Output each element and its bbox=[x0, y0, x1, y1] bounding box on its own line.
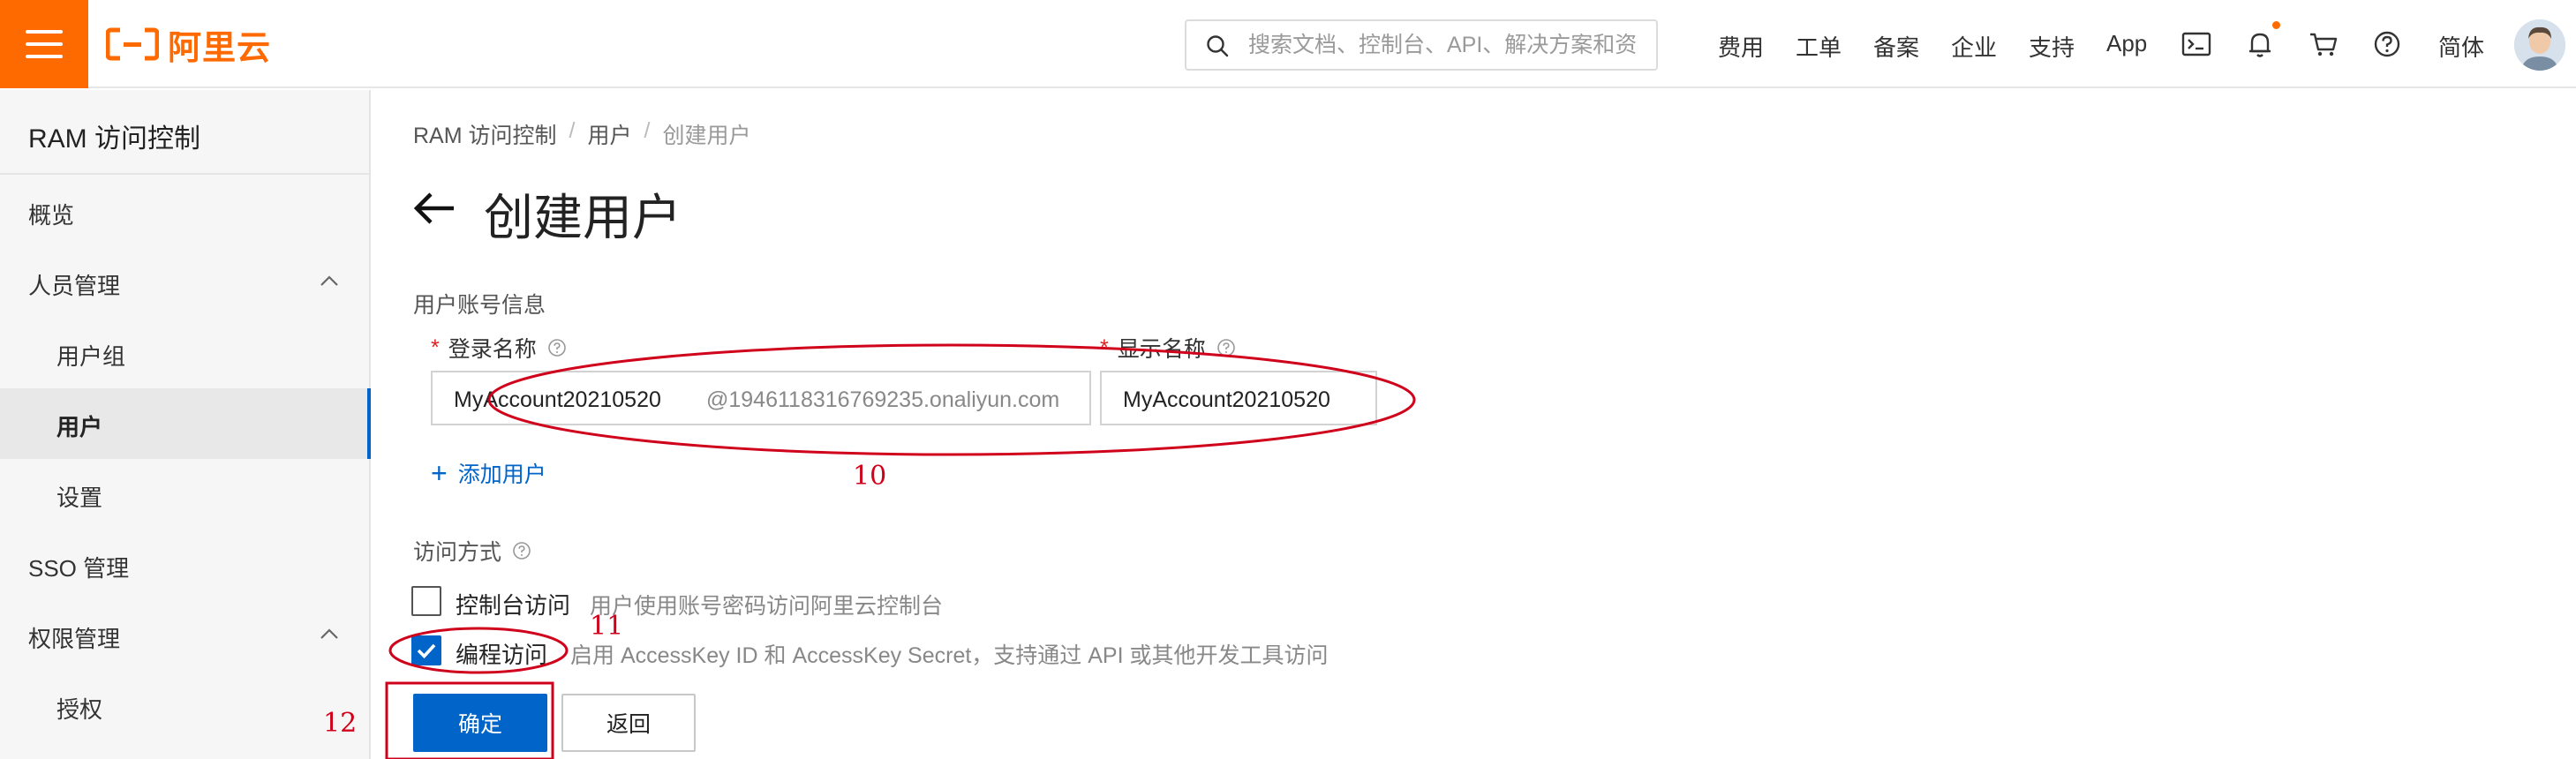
login-name-domain-suffix: @1946118316769235.onaliyun.com bbox=[706, 387, 1060, 412]
aliyun-logo[interactable]: 阿里云 bbox=[106, 19, 271, 69]
language-switch[interactable]: 简体 bbox=[2438, 30, 2484, 63]
sidebar-item-settings[interactable]: 设置 bbox=[0, 459, 369, 530]
cart-icon[interactable] bbox=[2308, 28, 2339, 60]
access-method-label-text: 访问方式 bbox=[413, 540, 502, 565]
menu-icon[interactable] bbox=[0, 0, 88, 88]
sidebar-item-permissions[interactable]: 权限管理 bbox=[0, 600, 369, 671]
annotation-step-11: 11 bbox=[590, 611, 624, 642]
add-user-link[interactable]: + 添加用户 bbox=[431, 457, 546, 489]
notification-dot bbox=[2272, 21, 2280, 29]
add-user-label: 添加用户 bbox=[457, 462, 546, 487]
programmatic-access-description: 启用 AccessKey ID 和 AccessKey Secret，支持通过 … bbox=[570, 643, 1329, 668]
nav-enterprise[interactable]: 企业 bbox=[1951, 30, 1997, 63]
back-arrow-icon[interactable] bbox=[411, 185, 457, 231]
bell-icon[interactable] bbox=[2244, 28, 2276, 60]
display-name-label-text: 显示名称 bbox=[1117, 337, 1206, 362]
sidebar-item-label: 权限管理 bbox=[28, 626, 121, 652]
global-search[interactable] bbox=[1185, 19, 1658, 71]
aliyun-logo-mark-icon bbox=[106, 27, 159, 61]
sidebar-item-label: 用户 bbox=[56, 414, 103, 440]
logo-text: 阿里云 bbox=[168, 29, 272, 67]
sidebar-item-identity[interactable]: 人员管理 bbox=[0, 247, 369, 318]
breadcrumb-separator: / bbox=[644, 118, 651, 143]
required-mark: * bbox=[1100, 334, 1109, 360]
sidebar-item-users[interactable]: 用户 bbox=[0, 388, 371, 459]
programmatic-access-checkbox[interactable] bbox=[411, 635, 441, 665]
help-icon[interactable] bbox=[1216, 338, 1236, 357]
breadcrumb-separator: / bbox=[569, 118, 576, 143]
sidebar-item-label: SSO 管理 bbox=[28, 555, 130, 582]
console-access-checkbox[interactable] bbox=[411, 586, 441, 616]
console-access-description: 用户使用账号密码访问阿里云控制台 bbox=[590, 594, 944, 619]
help-icon[interactable] bbox=[547, 338, 567, 357]
search-icon bbox=[1207, 35, 1229, 57]
help-circle-icon[interactable] bbox=[2371, 28, 2403, 60]
nav-billing[interactable]: 费用 bbox=[1718, 30, 1764, 63]
sidebar-item-label: 用户组 bbox=[56, 343, 126, 370]
display-name-label: * 显示名称 bbox=[1100, 332, 1236, 364]
page-title: 创建用户 bbox=[484, 190, 682, 245]
breadcrumb-ram[interactable]: RAM 访问控制 bbox=[413, 118, 557, 150]
search-input[interactable] bbox=[1248, 28, 1646, 62]
breadcrumb-current: 创建用户 bbox=[662, 124, 751, 148]
programmatic-access-label[interactable]: 编程访问 bbox=[456, 637, 547, 670]
confirm-button[interactable]: 确定 bbox=[413, 694, 547, 752]
avatar-image bbox=[2514, 19, 2565, 71]
annotation-step-10: 10 bbox=[853, 461, 887, 492]
annotation-step-12: 12 bbox=[323, 708, 358, 739]
nav-ticket[interactable]: 工单 bbox=[1796, 30, 1842, 63]
sidebar-item-label: 人员管理 bbox=[28, 273, 121, 299]
display-name-input[interactable]: MyAccount20210520 bbox=[1100, 371, 1377, 425]
chevron-up-icon bbox=[320, 275, 338, 286]
plus-icon: + bbox=[431, 457, 448, 489]
sidebar-divider bbox=[0, 173, 369, 175]
sidebar: RAM 访问控制 概览 人员管理 用户组 用户 设置 SSO 管理 权限管理 授… bbox=[0, 90, 371, 759]
nav-support[interactable]: 支持 bbox=[2029, 30, 2075, 63]
login-name-input[interactable]: MyAccount20210520 @1946118316769235.onal… bbox=[431, 371, 1091, 425]
sidebar-title: RAM 访问控制 bbox=[28, 124, 200, 154]
sidebar-item-label: 授权 bbox=[56, 696, 103, 723]
user-avatar[interactable] bbox=[2514, 19, 2565, 71]
access-method-label: 访问方式 bbox=[413, 535, 531, 567]
required-mark: * bbox=[431, 334, 440, 360]
console-access-label[interactable]: 控制台访问 bbox=[456, 588, 570, 620]
checkmark-icon bbox=[417, 643, 436, 659]
sidebar-item-label: 概览 bbox=[28, 202, 75, 229]
breadcrumb-users[interactable]: 用户 bbox=[587, 118, 631, 150]
sidebar-item-user-groups[interactable]: 用户组 bbox=[0, 318, 369, 388]
chevron-up-icon bbox=[320, 628, 338, 639]
sidebar-item-sso[interactable]: SSO 管理 bbox=[0, 530, 369, 600]
sidebar-item-grants[interactable]: 授权 bbox=[0, 671, 369, 741]
display-name-value: MyAccount20210520 bbox=[1123, 387, 1330, 412]
nav-app[interactable]: App bbox=[2106, 30, 2147, 57]
login-name-label-text: 登录名称 bbox=[448, 337, 537, 362]
terminal-icon[interactable] bbox=[2181, 28, 2212, 60]
section-account-info: 用户账号信息 bbox=[413, 293, 546, 318]
back-button[interactable]: 返回 bbox=[561, 694, 696, 752]
top-navbar: 阿里云 费用 工单 备案 企业 支持 App 简体 bbox=[0, 0, 2576, 88]
breadcrumb: RAM 访问控制 / 用户 / 创建用户 bbox=[413, 118, 750, 150]
sidebar-item-overview[interactable]: 概览 bbox=[0, 177, 369, 247]
help-icon[interactable] bbox=[512, 541, 531, 560]
nav-icp[interactable]: 备案 bbox=[1873, 30, 1919, 63]
login-name-label: * 登录名称 bbox=[431, 332, 567, 364]
login-name-value: MyAccount20210520 bbox=[454, 387, 661, 412]
sidebar-item-label: 设置 bbox=[56, 485, 103, 511]
